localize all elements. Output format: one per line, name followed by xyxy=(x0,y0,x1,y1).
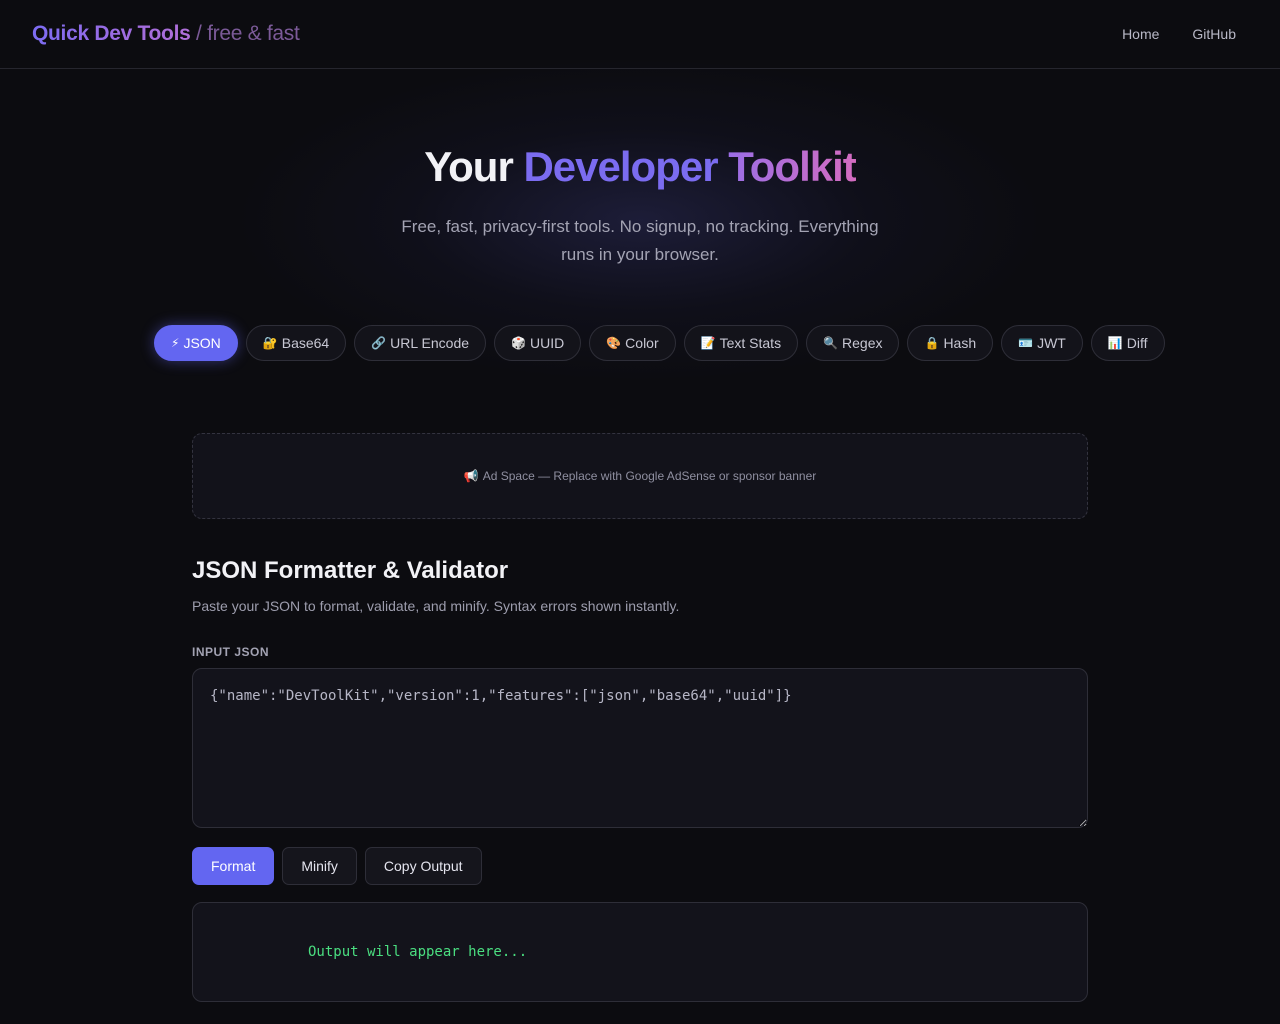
brand-name: Quick Dev Tools xyxy=(32,22,191,45)
top-nav: Home GitHub xyxy=(1122,26,1236,42)
lock-icon: 🔒 xyxy=(924,336,940,350)
bar-chart-icon: 📊 xyxy=(1107,336,1123,350)
ad-banner[interactable]: 📢 Ad Space — Replace with Google AdSense… xyxy=(192,433,1088,519)
tab-label: JSON xyxy=(183,335,221,351)
format-button[interactable]: Format xyxy=(192,847,275,885)
tab-label: JWT xyxy=(1037,335,1066,351)
ad-text: Ad Space — Replace with Google AdSense o… xyxy=(482,469,817,483)
tab-text-stats[interactable]: 📝 Text Stats xyxy=(683,325,799,361)
memo-icon: 📝 xyxy=(700,336,716,350)
hero-title-word-1: Your xyxy=(424,143,514,190)
tab-label: UUID xyxy=(529,335,565,351)
tab-color[interactable]: 🎨 Color xyxy=(589,325,676,361)
copy-output-button[interactable]: Copy Output xyxy=(364,847,482,885)
magnifier-icon: 🔍 xyxy=(823,336,839,350)
tab-label: Regex xyxy=(842,335,883,351)
link-icon: 🔗 xyxy=(371,336,387,350)
tab-label: URL Encode xyxy=(390,335,470,351)
id-card-icon: 🪪 xyxy=(1018,336,1034,350)
hero-title: Your Developer Toolkit xyxy=(0,143,1280,191)
tab-json[interactable]: ⚡ JSON xyxy=(154,325,238,361)
action-buttons: Format Minify Copy Output xyxy=(192,847,482,885)
tab-label: Text Stats xyxy=(719,335,782,351)
input-json-label: INPUT JSON xyxy=(192,645,270,659)
json-output-panel[interactable]: Output will appear here... xyxy=(192,902,1088,1002)
output-placeholder: Output will appear here... xyxy=(308,944,528,960)
top-header: Quick Dev Tools / free & fast Home GitHu… xyxy=(0,0,1280,69)
tool-title: JSON Formatter & Validator xyxy=(192,557,509,584)
json-input-field[interactable]: {"name":"DevToolKit","version":1,"featur… xyxy=(192,668,1088,828)
brand-tagline: / free & fast xyxy=(196,22,300,45)
tool-tabs: ⚡ JSON 🔐 Base64 🔗 URL Encode 🎲 UUID 🎨 Co… xyxy=(154,325,1165,361)
tool-description: Paste your JSON to format, validate, and… xyxy=(192,598,680,614)
tab-label: Diff xyxy=(1126,335,1148,351)
tab-jwt[interactable]: 🪪 JWT xyxy=(1001,325,1083,361)
tab-hash[interactable]: 🔒 Hash xyxy=(907,325,994,361)
tab-label: Color xyxy=(625,335,659,351)
tab-uuid[interactable]: 🎲 UUID xyxy=(494,325,582,361)
hero-subtitle: Free, fast, privacy-first tools. No sign… xyxy=(401,217,879,264)
tab-diff[interactable]: 📊 Diff xyxy=(1090,325,1165,361)
nav-link-home[interactable]: Home xyxy=(1122,26,1159,42)
nav-link-github[interactable]: GitHub xyxy=(1192,26,1236,42)
hero-title-word-3: Toolkit xyxy=(728,143,857,190)
brand-logo[interactable]: Quick Dev Tools / free & fast xyxy=(32,22,300,46)
tab-base64[interactable]: 🔐 Base64 xyxy=(245,325,347,361)
megaphone-icon: 📢 xyxy=(463,469,479,483)
minify-button[interactable]: Minify xyxy=(282,847,357,885)
lock-key-icon: 🔐 xyxy=(262,336,278,350)
tab-label: Hash xyxy=(943,335,977,351)
lightning-icon: ⚡ xyxy=(171,336,180,350)
tab-url-encode[interactable]: 🔗 URL Encode xyxy=(354,325,487,361)
tab-regex[interactable]: 🔍 Regex xyxy=(806,325,900,361)
dice-icon: 🎲 xyxy=(511,336,526,350)
palette-icon: 🎨 xyxy=(606,336,622,350)
tab-label: Base64 xyxy=(281,335,330,351)
hero-title-word-2: Developer xyxy=(523,143,718,190)
